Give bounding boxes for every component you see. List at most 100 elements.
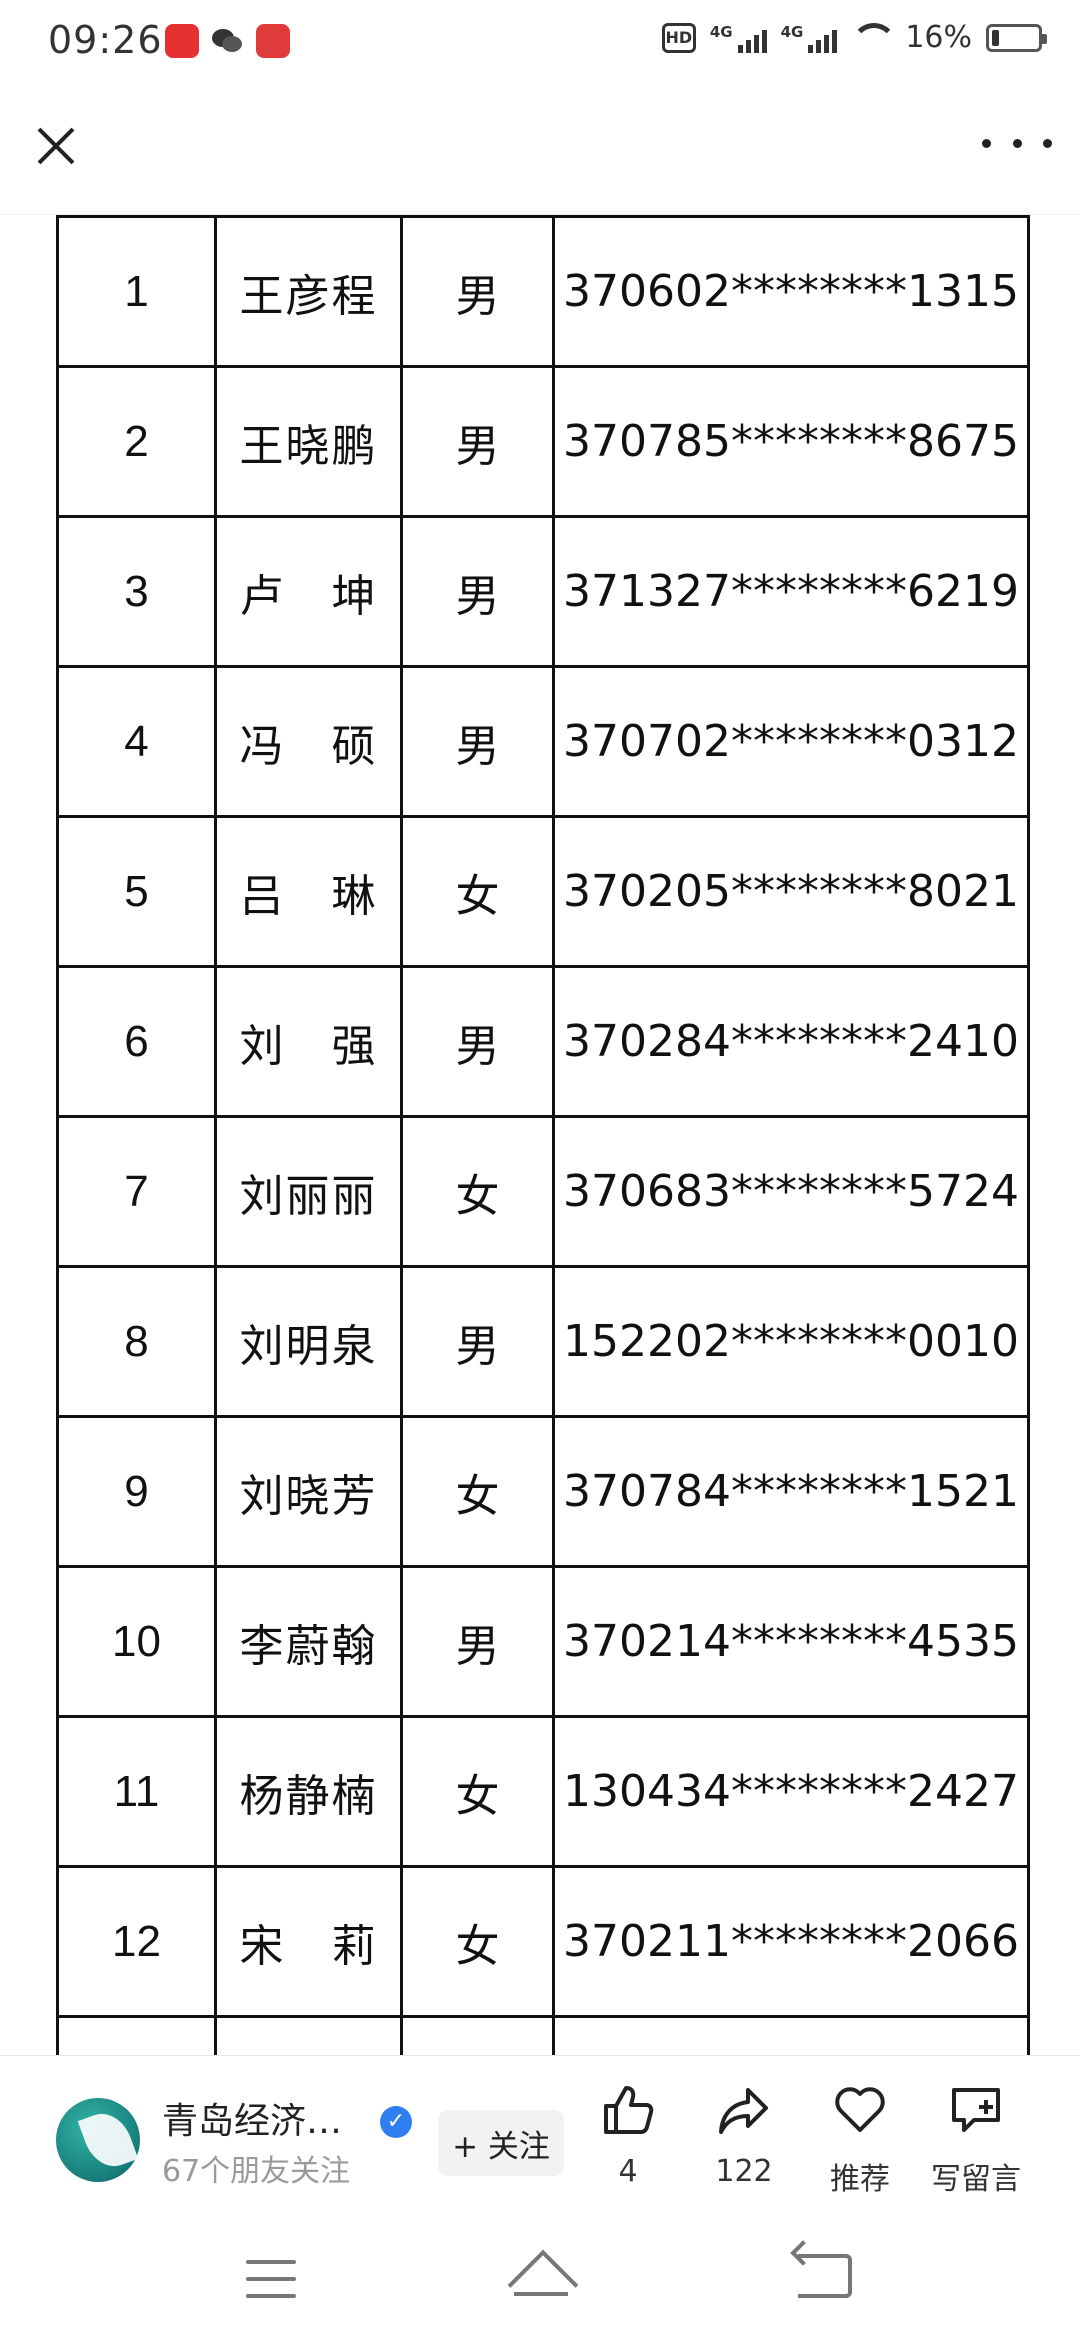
row-name: 刘 强 xyxy=(214,965,403,1118)
row-id-number: 370284********2410 xyxy=(552,965,1030,1118)
table-row: 9 刘晓芳女 370784********1521 xyxy=(56,1415,1030,1568)
row-name: 冯 硕 xyxy=(214,665,403,818)
article-action-bar: 青岛经济… ✓ 67个朋友关注 + 关注 4 122 推荐 写留言 xyxy=(0,2055,1080,2220)
verified-badge-icon: ✓ xyxy=(380,2106,412,2138)
wechat-notification-icon xyxy=(210,24,244,58)
row-id-number: 370784********1521 xyxy=(552,1415,1030,1568)
status-icons: HD 4G 4G 16% xyxy=(661,20,1047,55)
follow-button[interactable]: + 关注 xyxy=(438,2110,564,2176)
back-icon[interactable] xyxy=(798,2254,852,2298)
row-sex: 女 xyxy=(400,1115,555,1268)
row-sex xyxy=(400,2015,555,2055)
comment-button[interactable]: 写留言 xyxy=(916,2082,1036,2198)
battery-icon xyxy=(986,23,1047,52)
table-row: 10 李蔚翰男 370214********4535 xyxy=(56,1565,1030,1718)
row-id-number: 370214********4535 xyxy=(552,1565,1030,1718)
thumbs-up-icon xyxy=(600,2082,656,2138)
row-name: 刘丽丽 xyxy=(214,1115,403,1268)
row-id-number: 130434********2427 xyxy=(552,1715,1030,1868)
row-number: 4 xyxy=(56,665,217,818)
row-number: 7 xyxy=(56,1115,217,1268)
close-icon[interactable] xyxy=(28,118,84,174)
row-id-number: 152202********0010 xyxy=(552,1265,1030,1418)
row-number: 3 xyxy=(56,515,217,668)
table-row: 11 杨静楠女 130434********2427 xyxy=(56,1715,1030,1868)
table-row: 1 王彦程男 370602********1315 xyxy=(56,215,1030,368)
share-arrow-icon xyxy=(716,2082,772,2138)
table-row: 3卢 坤男 371327********6219 xyxy=(56,515,1030,668)
row-sex: 男 xyxy=(400,1265,555,1418)
row-id-number: 370205********8021 xyxy=(552,815,1030,968)
row-name: 宋 莉 xyxy=(214,1865,403,2018)
share-count: 122 xyxy=(715,2154,773,2189)
article-content[interactable]: 1 王彦程男 370602********1315 2 王晓鹏男 370785******… xyxy=(0,215,1080,2055)
row-number: 11 xyxy=(56,1715,217,1868)
row-name: 卢 坤 xyxy=(214,515,403,668)
status-time: 09:26 xyxy=(48,18,163,62)
row-name xyxy=(214,2015,403,2055)
row-name: 李蔚翰 xyxy=(214,1565,403,1718)
row-number: 2 xyxy=(56,365,217,518)
row-number: 12 xyxy=(56,1865,217,2018)
table-row: 2 王晓鹏男 370785********8675 xyxy=(56,365,1030,518)
account-avatar[interactable] xyxy=(56,2098,140,2182)
battery-percent: 16% xyxy=(905,20,972,55)
row-sex: 男 xyxy=(400,1565,555,1718)
status-bar: 09:26 HD 4G 4G 16% xyxy=(0,0,1080,90)
hd-voice-icon: HD xyxy=(661,22,696,53)
recommend-button[interactable]: 推荐 xyxy=(800,2082,920,2198)
table-row: 370503********26 xyxy=(56,2015,1030,2055)
row-number: 1 xyxy=(56,215,217,368)
row-name: 杨静楠 xyxy=(214,1715,403,1868)
heart-icon xyxy=(832,2082,888,2138)
system-navigation-bar xyxy=(0,2220,1080,2340)
like-button[interactable]: 4 xyxy=(568,2082,688,2189)
row-number: 10 xyxy=(56,1565,217,1718)
row-sex: 男 xyxy=(400,665,555,818)
row-name: 刘晓芳 xyxy=(214,1415,403,1568)
row-number xyxy=(56,2015,217,2055)
friends-following-count: 67个朋友关注 xyxy=(162,2154,351,2189)
more-options-icon[interactable] xyxy=(982,128,1052,158)
row-name: 吕 琳 xyxy=(214,815,403,968)
table-row: 5吕 琳女 370205********8021 xyxy=(56,815,1030,968)
row-name: 王晓鹏 xyxy=(214,365,403,518)
row-number: 9 xyxy=(56,1415,217,1568)
comment-add-icon xyxy=(948,2082,1004,2138)
article-top-bar xyxy=(0,90,1080,215)
recommend-label: 推荐 xyxy=(830,2162,890,2197)
row-sex: 男 xyxy=(400,215,555,368)
row-name: 王彦程 xyxy=(214,215,403,368)
row-sex: 男 xyxy=(400,515,555,668)
row-name: 刘明泉 xyxy=(214,1265,403,1418)
wifi-icon xyxy=(851,22,898,53)
row-id-number: 370503********26 xyxy=(552,2015,1030,2055)
table-row: 6刘 强男 370284********2410 xyxy=(56,965,1030,1118)
row-id-number: 370785********8675 xyxy=(552,365,1030,518)
table-row: 7 刘丽丽女 370683********5724 xyxy=(56,1115,1030,1268)
home-icon[interactable] xyxy=(508,2254,574,2298)
notification-app-icon xyxy=(165,24,199,58)
row-sex: 男 xyxy=(400,965,555,1118)
row-id-number: 370702********0312 xyxy=(552,665,1030,818)
share-button[interactable]: 122 xyxy=(684,2082,804,2189)
roster-table: 1 王彦程男 370602********1315 2 王晓鹏男 370785******… xyxy=(56,215,1030,2055)
signal-4g-icon: 4G xyxy=(781,23,838,53)
mini-program-notification-icon xyxy=(256,24,290,58)
row-sex: 女 xyxy=(400,1865,555,2018)
table-row: 8 刘明泉男 152202********0010 xyxy=(56,1265,1030,1418)
table-row: 4冯 硕男 370702********0312 xyxy=(56,665,1030,818)
like-count: 4 xyxy=(618,2154,638,2189)
recent-apps-icon[interactable] xyxy=(246,2260,296,2298)
table-row: 12 宋 莉女 370211********2066 xyxy=(56,1865,1030,2018)
row-sex: 女 xyxy=(400,815,555,968)
row-number: 8 xyxy=(56,1265,217,1418)
row-id-number: 370211********2066 xyxy=(552,1865,1030,2018)
account-name[interactable]: 青岛经济… xyxy=(162,2092,342,2144)
row-id-number: 370683********5724 xyxy=(552,1115,1030,1268)
comment-label: 写留言 xyxy=(931,2162,1021,2197)
signal-4g-icon: 4G xyxy=(710,23,767,53)
row-sex: 女 xyxy=(400,1715,555,1868)
row-number: 5 xyxy=(56,815,217,968)
row-number: 6 xyxy=(56,965,217,1118)
